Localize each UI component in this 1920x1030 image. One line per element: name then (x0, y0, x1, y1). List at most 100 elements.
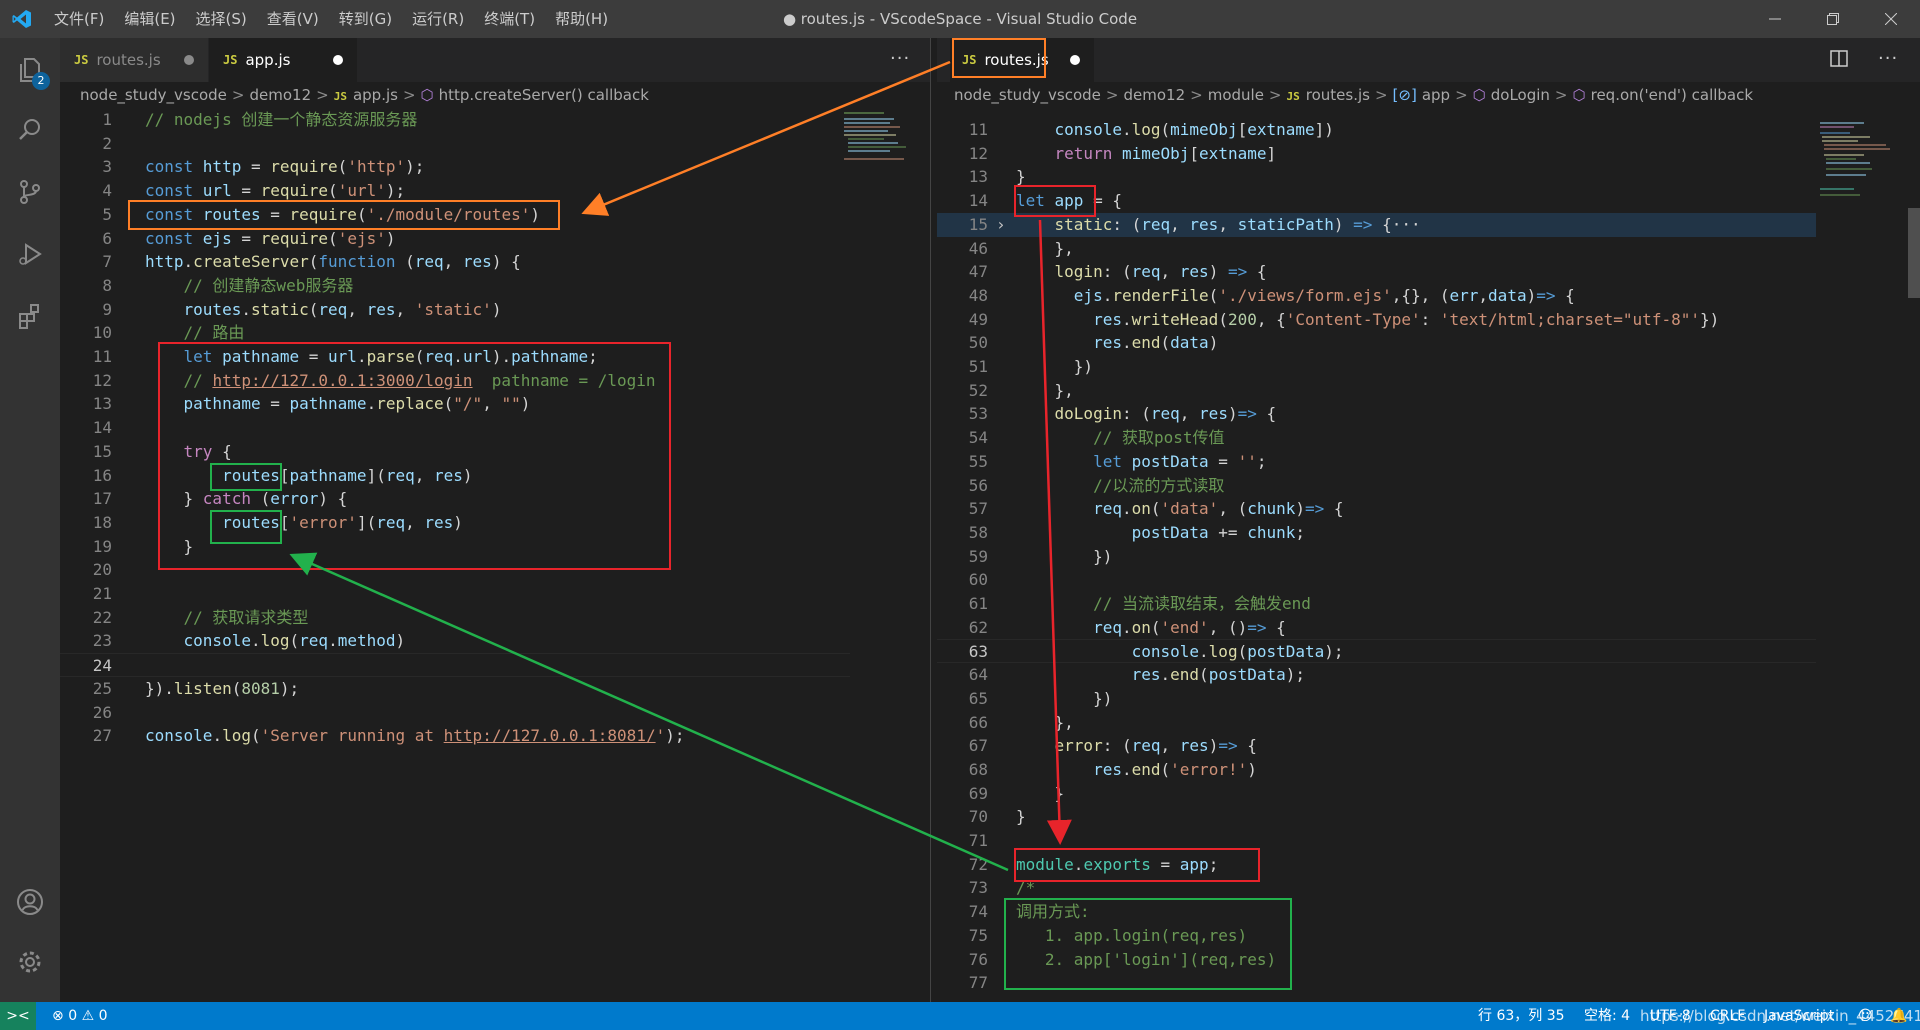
menu-selection[interactable]: 选择(S) (186, 0, 257, 38)
menu-terminal[interactable]: 终端(T) (474, 0, 545, 38)
breadcrumb-symbol[interactable]: http.createServer() callback (439, 86, 649, 104)
code-line[interactable]: 16 routes[pathname](req, res) (60, 464, 850, 488)
code-line[interactable]: 11 console.log(mimeObj[extname]) (936, 118, 1816, 142)
code-line[interactable]: 68 res.end('error!') (936, 758, 1816, 782)
split-sash[interactable] (930, 38, 937, 1002)
code-line[interactable]: 53 doLogin: (req, res)=> { (936, 402, 1816, 426)
scrollbar-thumb[interactable] (1908, 208, 1920, 298)
code-line[interactable]: 50 res.end(data) (936, 331, 1816, 355)
code-line[interactable]: 20 (60, 558, 850, 582)
code-line[interactable]: 77 (936, 971, 1816, 995)
code-line[interactable]: 69 } (936, 782, 1816, 806)
code-line[interactable]: 74 调用方式: (936, 900, 1816, 924)
code-line[interactable]: 75 1. app.login(req,res) (936, 924, 1816, 948)
menu-edit[interactable]: 编辑(E) (114, 0, 185, 38)
code-line[interactable]: 18 routes['error'](req, res) (60, 511, 850, 535)
code-line[interactable]: 46 }, (936, 237, 1816, 261)
breadcrumb-folder[interactable]: module (1208, 86, 1264, 104)
search-icon[interactable] (0, 102, 60, 158)
code-line[interactable]: 12 return mimeObj[extname] (936, 142, 1816, 166)
code-line[interactable]: 26 (60, 701, 850, 725)
code-line[interactable]: 22 // 获取请求类型 (60, 606, 850, 630)
gear-icon[interactable] (0, 934, 60, 990)
menu-go[interactable]: 转到(G) (329, 0, 402, 38)
code-line[interactable]: 72 module.exports = app; (936, 853, 1816, 877)
code-line[interactable]: 15 try { (60, 440, 850, 464)
right-code-area[interactable]: 11 console.log(mimeObj[extname]) 12 retur… (936, 118, 1816, 1002)
code-line[interactable]: 52 }, (936, 379, 1816, 403)
code-line[interactable]: 59 }) (936, 545, 1816, 569)
code-line[interactable]: 56 //以流的方式读取 (936, 474, 1816, 498)
account-icon[interactable] (0, 874, 60, 930)
menu-help[interactable]: 帮助(H) (545, 0, 618, 38)
code-line[interactable]: 57 req.on('data', (chunk)=> { (936, 497, 1816, 521)
code-line[interactable]: 67 error: (req, res)=> { (936, 734, 1816, 758)
code-line[interactable]: 4 const url = require('url'); (60, 179, 850, 203)
code-line[interactable]: 58 postData += chunk; (936, 521, 1816, 545)
breadcrumb-symbol[interactable]: app (1422, 86, 1450, 104)
code-line[interactable]: 27 console.log('Server running at http://… (60, 724, 850, 748)
minimize-icon[interactable] (1746, 0, 1804, 38)
code-line[interactable]: 23 console.log(req.method) (60, 629, 850, 653)
code-line[interactable]: 25}).listen(8081); (60, 677, 850, 701)
code-line[interactable]: 12 // http://127.0.0.1:3000/login pathna… (60, 369, 850, 393)
code-line[interactable]: 24 (60, 653, 850, 678)
code-line[interactable]: 61 // 当流读取结束，会触发end (936, 592, 1816, 616)
extensions-icon[interactable] (0, 288, 60, 344)
remote-indicator[interactable]: >< (0, 1002, 36, 1030)
run-debug-icon[interactable] (0, 226, 60, 282)
code-line[interactable]: 71 (936, 829, 1816, 853)
close-icon[interactable] (1862, 0, 1920, 38)
code-line[interactable]: 49 res.writeHead(200, {'Content-Type': '… (936, 308, 1816, 332)
breadcrumb-file[interactable]: routes.js (1306, 86, 1370, 104)
code-line[interactable]: 10 // 路由 (60, 321, 850, 345)
menu-run[interactable]: 运行(R) (402, 0, 474, 38)
restore-icon[interactable] (1804, 0, 1862, 38)
code-line[interactable]: 47 login: (req, res) => { (936, 260, 1816, 284)
code-line[interactable]: 5 const routes = require('./module/routes… (60, 203, 850, 227)
fold-chevron-icon[interactable]: › (996, 213, 1006, 237)
code-line[interactable]: 64 res.end(postData); (936, 663, 1816, 687)
breadcrumb-folder[interactable]: node_study_vscode (80, 86, 227, 104)
explorer-icon[interactable]: 2 (0, 42, 60, 98)
code-line[interactable]: 3 const http = require('http'); (60, 155, 850, 179)
code-line[interactable]: 65 }) (936, 687, 1816, 711)
breadcrumb-folder[interactable]: demo12 (1123, 86, 1185, 104)
minimap[interactable] (1816, 108, 1906, 228)
unsaved-dot-icon[interactable] (1070, 55, 1080, 65)
split-editor-icon[interactable] (1830, 50, 1848, 72)
code-line[interactable]: 7 http.createServer(function (req, res) { (60, 250, 850, 274)
code-line[interactable]: 48 ejs.renderFile('./views/form.ejs',{},… (936, 284, 1816, 308)
bell-icon[interactable]: 🔔 (1890, 1002, 1907, 1030)
code-line[interactable]: 6 const ejs = require('ejs') (60, 227, 850, 251)
menu-view[interactable]: 查看(V) (257, 0, 329, 38)
code-line[interactable]: 9 routes.static(req, res, 'static') (60, 298, 850, 322)
tab-routes-js[interactable]: JS routes.js (60, 38, 209, 82)
problems-indicator[interactable]: ⊗ 0 ⚠ 0 (52, 1002, 108, 1030)
code-line[interactable]: 63 console.log(postData); (936, 639, 1816, 664)
source-control-icon[interactable] (0, 164, 60, 220)
code-line[interactable]: 62 req.on('end', ()=> { (936, 616, 1816, 640)
code-line[interactable]: 11 let pathname = url.parse(req.url).pat… (60, 345, 850, 369)
code-line[interactable]: 60 (936, 568, 1816, 592)
breadcrumb-folder[interactable]: node_study_vscode (954, 86, 1101, 104)
more-actions-icon[interactable]: ··· (890, 48, 910, 69)
code-line[interactable]: 14 (60, 416, 850, 440)
tab-routes-js-active[interactable]: JS routes.js (950, 38, 1095, 82)
code-line[interactable]: 14 let app = { (936, 189, 1816, 213)
unsaved-dot-icon[interactable] (184, 55, 194, 65)
breadcrumb-file[interactable]: app.js (353, 86, 398, 104)
breadcrumb-folder[interactable]: demo12 (249, 86, 311, 104)
code-line[interactable]: 70} (936, 805, 1816, 829)
code-line[interactable]: 2 (60, 132, 850, 156)
code-line[interactable]: 15 › static: (req, res, staticPath) => {·… (936, 212, 1816, 237)
code-line[interactable]: 73 /* (936, 876, 1816, 900)
code-line[interactable]: 1 // nodejs 创建一个静态资源服务器 (60, 108, 850, 132)
code-line[interactable]: 76 2. app['login'](req,res) (936, 948, 1816, 972)
unsaved-dot-icon[interactable] (333, 55, 343, 65)
breadcrumb-symbol[interactable]: doLogin (1491, 86, 1550, 104)
code-line[interactable]: 66 }, (936, 711, 1816, 735)
breadcrumb-symbol[interactable]: req.on('end') callback (1591, 86, 1753, 104)
code-line[interactable]: 13 pathname = pathname.replace("/", "") (60, 392, 850, 416)
code-line[interactable]: 21 (60, 582, 850, 606)
